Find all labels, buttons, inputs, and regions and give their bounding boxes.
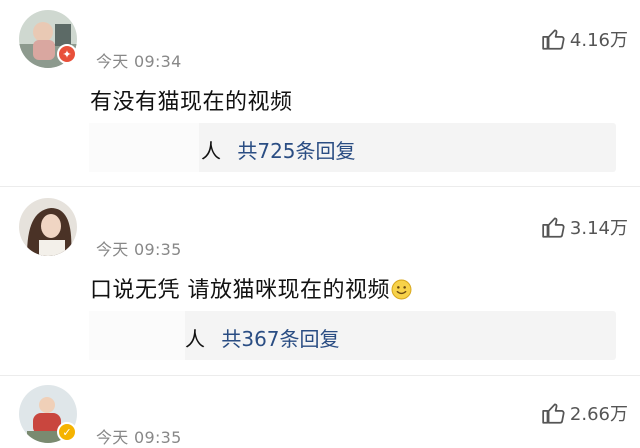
like-count: 3.14万 xyxy=(569,218,628,239)
reply-users-partial: 人 xyxy=(185,327,205,351)
like-count: 2.66万 xyxy=(569,404,628,425)
like-count: 4.16万 xyxy=(569,30,628,51)
comment-item: ✦ 今天 09:34 4.16万 有没有猫现在的视频 人 共725条回复 xyxy=(0,0,640,186)
like-button[interactable]: 3.14万 xyxy=(541,214,628,240)
like-button[interactable]: 4.16万 xyxy=(541,26,628,52)
verified-badge-icon: ✦ xyxy=(57,44,77,64)
reply-summary[interactable]: 人 共367条回复 xyxy=(89,311,616,360)
comment-time: 今天 09:34 xyxy=(96,52,182,71)
reply-users-partial: 人 xyxy=(201,139,221,163)
reply-count-link[interactable]: 共725条回复 xyxy=(237,139,355,163)
thumbs-up-icon xyxy=(542,29,565,50)
thumbs-up-icon xyxy=(542,403,565,424)
thumbs-up-icon xyxy=(542,217,565,238)
comment-text[interactable]: 口说无凭 请放猫咪现在的视频 xyxy=(90,272,412,304)
reply-summary[interactable]: 人 共725条回复 xyxy=(89,123,616,172)
comment-item: 今天 09:35 3.14万 口说无凭 请放猫咪现在的视频 人 共367条回复 xyxy=(0,187,640,375)
comment-time: 今天 09:35 xyxy=(96,240,182,259)
comment-time: 今天 09:35 xyxy=(96,428,182,447)
smile-emoji-icon xyxy=(391,279,412,300)
comment-text[interactable]: 有没有猫现在的视频 xyxy=(90,84,293,116)
redacted-area xyxy=(89,311,185,360)
reply-line[interactable]: 人 共367条回复 xyxy=(185,323,340,352)
like-button[interactable]: 2.66万 xyxy=(541,400,628,426)
comment-item: ✓ 今天 09:35 2.66万 xyxy=(0,376,640,447)
reply-line[interactable]: 人 共725条回复 xyxy=(201,135,356,164)
comment-text-content: 口说无凭 请放猫咪现在的视频 xyxy=(90,278,390,303)
redacted-area xyxy=(89,123,199,172)
avatar[interactable] xyxy=(19,198,77,256)
reply-count-link[interactable]: 共367条回复 xyxy=(221,327,339,351)
verified-badge-icon: ✓ xyxy=(57,422,77,442)
